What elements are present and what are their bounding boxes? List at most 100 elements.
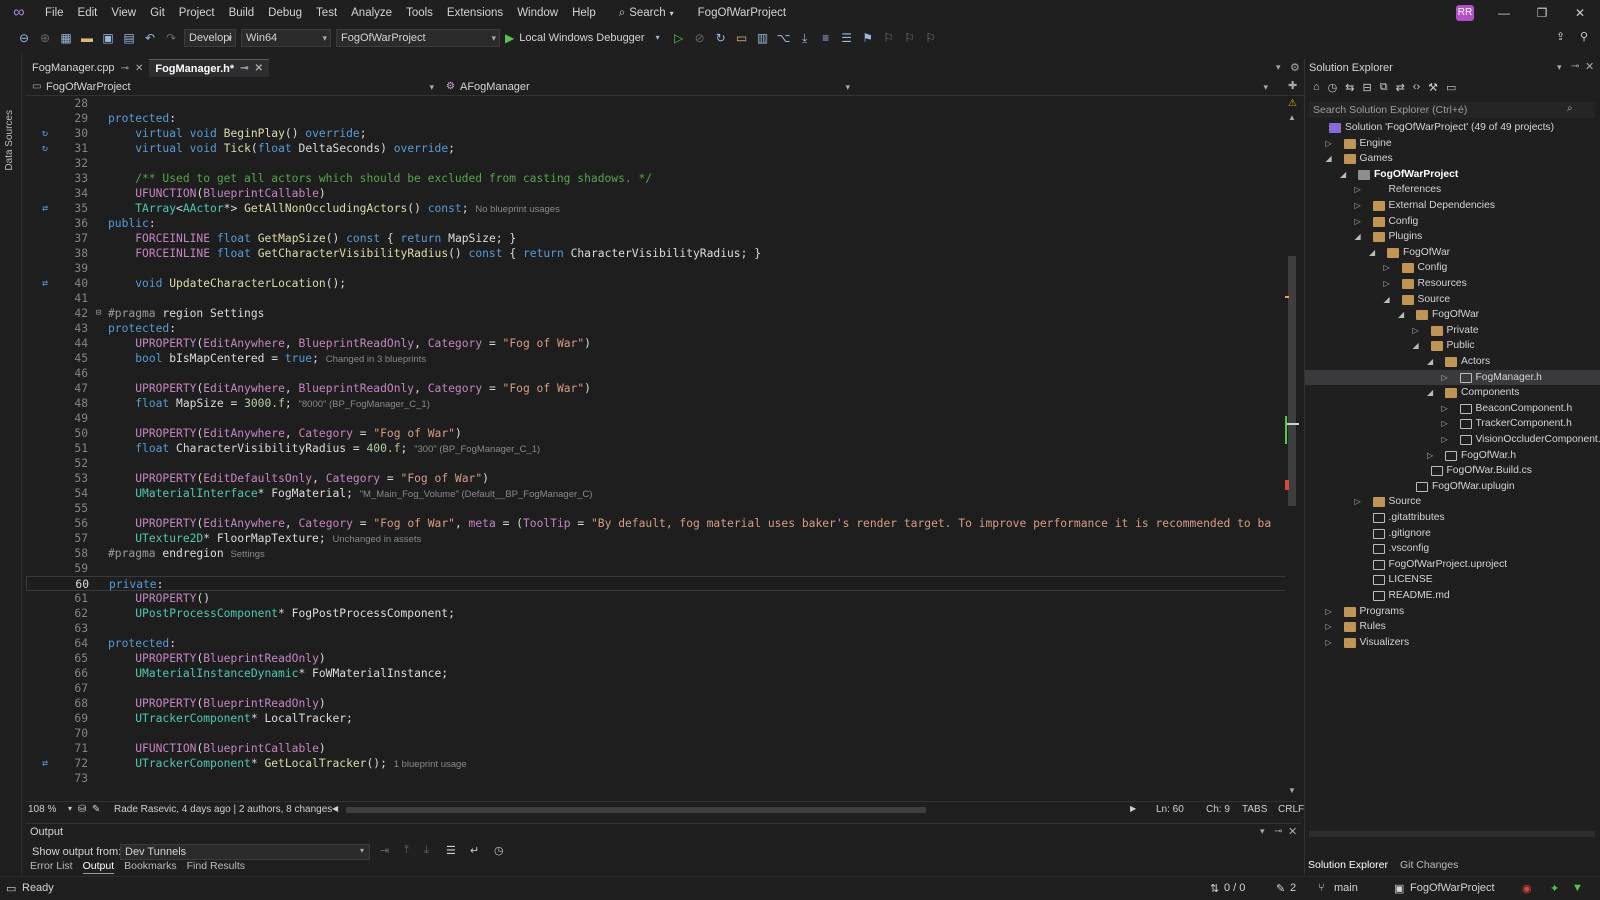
tree-node[interactable]: ▷ External Dependencies: [1305, 198, 1600, 214]
chevron-down-icon[interactable]: ▾: [68, 804, 72, 813]
code-line[interactable]: 43 protected:: [26, 321, 1290, 336]
chevron-down-icon[interactable]: ▾: [1557, 62, 1562, 73]
tree-node[interactable]: ▷ References: [1305, 182, 1600, 198]
close-icon[interactable]: ✕: [1585, 60, 1594, 73]
codelens-hint[interactable]: Unchanged in assets: [332, 534, 421, 545]
tab-overflow-icon[interactable]: ▾: [1276, 62, 1281, 73]
code-line[interactable]: 45 bool bIsMapCentered = true; Changed i…: [26, 351, 1290, 366]
expanded-icon[interactable]: ◢: [1340, 167, 1346, 183]
platform-dropdown[interactable]: Win64: [241, 29, 331, 47]
menu-file[interactable]: File: [38, 0, 71, 26]
collapsed-icon[interactable]: ▷: [1442, 370, 1448, 386]
brush-icon[interactable]: ✎: [92, 804, 100, 815]
bookmark-next-icon[interactable]: ⚐: [902, 30, 918, 46]
menu-tools[interactable]: Tools: [399, 0, 440, 26]
minimize-icon[interactable]: —: [1486, 0, 1522, 26]
pencil-icon[interactable]: ✎: [1276, 882, 1285, 895]
configuration-dropdown[interactable]: Developi: [184, 29, 236, 47]
code-line[interactable]: 66 UMaterialInstanceDynamic* FoWMaterial…: [26, 666, 1290, 681]
code-line[interactable]: 56 UPROPERTY(EditAnywhere, Category = "F…: [26, 516, 1290, 531]
edits-count[interactable]: 2: [1290, 882, 1296, 894]
code-line[interactable]: 33 /** Used to get all actors which shou…: [26, 171, 1290, 186]
layout-icon[interactable]: ▥: [755, 30, 771, 46]
preview-icon[interactable]: ▭: [1446, 81, 1456, 94]
tree-node[interactable]: ◢ Public: [1305, 338, 1600, 354]
indent-icon[interactable]: ≡: [818, 30, 834, 46]
show-all-icon[interactable]: ⧉: [1380, 81, 1388, 94]
tree-node[interactable]: ◢ Components: [1305, 385, 1600, 401]
code-line[interactable]: 50 UPROPERTY(EditAnywhere, Category = "F…: [26, 426, 1290, 441]
menu-project[interactable]: Project: [172, 0, 222, 26]
close-icon[interactable]: ✕: [1288, 825, 1297, 838]
code-line[interactable]: 64 protected:: [26, 636, 1290, 651]
tree-node[interactable]: FogOfWar.Build.cs: [1305, 463, 1600, 479]
indentation-indicator[interactable]: TABS: [1242, 804, 1267, 815]
tab-find-results[interactable]: Find Results: [187, 860, 245, 874]
code-line[interactable]: 34 UFUNCTION(BlueprintCallable): [26, 186, 1290, 201]
code-line[interactable]: 41: [26, 291, 1290, 306]
startup-project-dropdown[interactable]: FogOfWarProject: [336, 29, 500, 47]
collapsed-icon[interactable]: ▷: [1384, 260, 1390, 276]
folder-icon[interactable]: ▭: [734, 30, 750, 46]
line-number-indicator[interactable]: Ln: 60: [1156, 804, 1184, 815]
restore-icon[interactable]: ❐: [1524, 0, 1560, 26]
expanded-icon[interactable]: ◢: [1413, 338, 1419, 354]
new-item-icon[interactable]: ▦: [58, 30, 74, 46]
code-line[interactable]: 68 UPROPERTY(BlueprintReadOnly): [26, 696, 1290, 711]
menu-debug[interactable]: Debug: [261, 0, 309, 26]
attach-icon[interactable]: ⊘: [692, 30, 708, 46]
code-line[interactable]: 37 FORCEINLINE float GetMapSize() const …: [26, 231, 1290, 246]
member-dropdown[interactable]: ▾: [860, 79, 1272, 95]
code-line[interactable]: 29 protected:: [26, 111, 1290, 126]
avatar[interactable]: RR: [1456, 5, 1474, 21]
search-icon[interactable]: ⌕: [1567, 103, 1573, 114]
menu-test[interactable]: Test: [309, 0, 344, 26]
goto-icon[interactable]: ⇥: [380, 844, 389, 857]
wrench-icon[interactable]: ⚒: [1428, 81, 1438, 94]
code-line[interactable]: 59: [26, 561, 1290, 576]
tab-output[interactable]: Output: [82, 860, 115, 874]
menu-build[interactable]: Build: [222, 0, 262, 26]
code-line[interactable]: 51 float CharacterVisibilityRadius = 400…: [26, 441, 1290, 456]
collapsed-icon[interactable]: ▷: [1326, 635, 1332, 651]
tree-node[interactable]: Solution 'FogOfWarProject' (49 of 49 pro…: [1305, 120, 1600, 136]
horizontal-scroll-thumb[interactable]: [346, 807, 926, 813]
menu-analyze[interactable]: Analyze: [344, 0, 399, 26]
tree-node[interactable]: .vsconfig: [1305, 541, 1600, 557]
feedback-icon[interactable]: ⚲: [1580, 30, 1588, 43]
project-dropdown[interactable]: ▭ FogOfWarProject ▾: [30, 79, 438, 95]
pin-icon[interactable]: ⊸: [240, 63, 248, 74]
pin-icon[interactable]: ⊸: [121, 63, 129, 74]
collapsed-icon[interactable]: ▷: [1442, 416, 1448, 432]
save-icon[interactable]: ▣: [100, 30, 116, 46]
health-icon[interactable]: ▼: [1572, 882, 1583, 894]
expanded-icon[interactable]: ◢: [1355, 229, 1361, 245]
chevron-down-icon[interactable]: ▾: [650, 30, 666, 46]
code-line[interactable]: ↻ 31 virtual void Tick(float DeltaSeconds…: [26, 141, 1290, 156]
vertical-scrollbar[interactable]: ⚠ ▲ ▼: [1285, 96, 1299, 798]
code-line[interactable]: 57 UTexture2D* FloorMapTexture; Unchange…: [26, 531, 1290, 546]
expanded-icon[interactable]: ◢: [1369, 245, 1375, 261]
code-line[interactable]: ⇄ 72 UTrackerComponent* GetLocalTracker()…: [26, 756, 1290, 771]
tree-node[interactable]: ◢ FogOfWar: [1305, 245, 1600, 261]
tree-node[interactable]: ▷ FogManager.h: [1305, 369, 1600, 386]
navigate-icon[interactable]: ⇄: [42, 756, 48, 771]
code-line[interactable]: 39: [26, 261, 1290, 276]
override-icon[interactable]: ↻: [42, 141, 48, 156]
clear-all-icon[interactable]: ☰: [446, 844, 456, 857]
code-line[interactable]: 67: [26, 681, 1290, 696]
codelens-hint[interactable]: "8000" (BP_FogManager_C_1): [299, 399, 430, 410]
outdent-icon[interactable]: ☰: [839, 30, 855, 46]
code-line[interactable]: 28: [26, 96, 1290, 111]
tree-node[interactable]: ▷ FogOfWar.h: [1305, 448, 1600, 464]
chevron-down-icon[interactable]: ▾: [1260, 826, 1265, 837]
codelens-hint[interactable]: Changed in 3 blueprints: [326, 354, 426, 365]
collapsed-icon[interactable]: ▷: [1326, 619, 1332, 635]
collapsed-icon[interactable]: ▷: [1442, 401, 1448, 417]
tree-node[interactable]: LICENSE: [1305, 572, 1600, 588]
code-line[interactable]: 58 #pragma endregion Settings: [26, 546, 1290, 561]
tree-node[interactable]: ▷ TrackerComponent.h: [1305, 416, 1600, 432]
expanded-icon[interactable]: ◢: [1384, 292, 1390, 308]
scroll-down-icon[interactable]: ▼: [1288, 786, 1296, 795]
tree-node[interactable]: ▷ Rules: [1305, 619, 1600, 635]
